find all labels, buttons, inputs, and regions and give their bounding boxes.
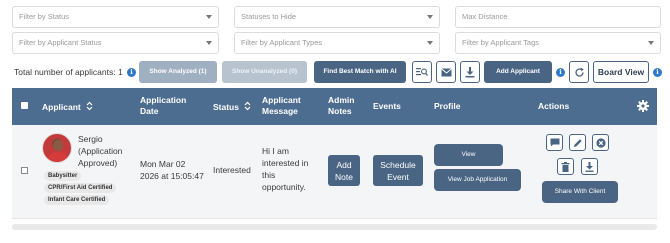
view-profile-button[interactable]: View xyxy=(434,144,503,166)
refresh-icon xyxy=(574,67,584,77)
tag-cpr: CPR/First Aid Certified xyxy=(44,183,117,193)
horizontal-scrollbar[interactable] xyxy=(12,224,657,230)
header-profile: Profile xyxy=(434,101,461,111)
application-date-line1: Mon Mar 02 xyxy=(140,159,186,169)
header-application-date: Application Date xyxy=(140,95,187,116)
refresh-button[interactable] xyxy=(569,61,589,83)
application-date-line2: 2026 at 15:05:47 xyxy=(140,171,204,181)
download-button[interactable] xyxy=(460,61,480,83)
select-all-checkbox[interactable] xyxy=(21,102,28,109)
header-status-label: Status xyxy=(213,102,239,112)
toolbar: Total number of applicants: 1 i Show Ana… xyxy=(12,61,664,83)
settings-gear-svg xyxy=(637,100,649,112)
row-checkbox[interactable] xyxy=(21,167,28,174)
show-analyzed-button[interactable]: Show Analyzed (1) xyxy=(139,61,217,83)
filter-applicant-types-select[interactable]: Filter by Applicant Types xyxy=(234,32,440,54)
statuses-to-hide-select[interactable]: Statuses to Hide xyxy=(234,6,440,28)
search-list-icon xyxy=(416,68,428,76)
download-applicant-button[interactable] xyxy=(581,158,598,175)
avatar-face xyxy=(53,140,63,151)
trash-icon xyxy=(561,162,570,172)
filter-applicant-types-text: Filter by Applicant Types xyxy=(241,38,323,47)
avatar-shirt xyxy=(47,152,69,162)
max-distance-input[interactable]: Max Distance xyxy=(455,6,661,28)
reject-button[interactable] xyxy=(592,134,609,151)
filter-applicant-tags-select[interactable]: Filter by Applicant Tags xyxy=(455,32,661,54)
board-view-button[interactable]: Board View xyxy=(593,61,649,83)
view-job-application-button[interactable]: View Job Application xyxy=(434,169,521,191)
filter-applicant-tags-text: Filter by Applicant Tags xyxy=(462,38,539,47)
max-distance-placeholder: Max Distance xyxy=(462,12,508,21)
chevron-down-icon xyxy=(648,41,654,45)
applicant-name[interactable]: Sergio xyxy=(78,133,103,145)
table-row: Sergio (Application Approved) Babysitter… xyxy=(12,125,657,219)
header-events: Events xyxy=(373,101,401,111)
info-icon[interactable]: i xyxy=(653,68,662,77)
sort-icon xyxy=(86,101,93,111)
status-value: Interested xyxy=(213,165,251,175)
info-icon[interactable]: i xyxy=(127,68,136,77)
header-status[interactable]: Status xyxy=(213,101,251,113)
avatar xyxy=(42,133,72,163)
chat-icon xyxy=(550,138,559,147)
header-applicant-label: Applicant xyxy=(42,102,81,112)
chevron-down-icon xyxy=(427,41,433,45)
add-applicant-button[interactable]: Add Applicant xyxy=(484,61,552,83)
gear-icon[interactable] xyxy=(637,99,649,117)
envelope-icon xyxy=(440,68,452,77)
header-applicant[interactable]: Applicant xyxy=(42,101,93,113)
show-unanalyzed-button[interactable]: Show Unanalyzed (0) xyxy=(222,61,307,83)
applicant-message-text: Hi I am interested in this opportunity. xyxy=(262,146,309,192)
filter-status-text: Filter by Status xyxy=(19,12,70,21)
search-list-button[interactable] xyxy=(412,61,432,83)
header-actions: Actions xyxy=(538,101,570,111)
header-admin-notes: Admin Notes xyxy=(328,95,355,116)
tag-babysitter: Babysitter xyxy=(44,171,82,181)
share-with-client-button[interactable]: Share With Client xyxy=(542,181,618,203)
download-icon xyxy=(465,67,475,78)
chevron-down-icon xyxy=(206,15,212,19)
email-button[interactable] xyxy=(436,61,456,83)
total-applicants-label: Total number of applicants: 1 xyxy=(14,67,123,77)
pencil-icon xyxy=(573,139,582,147)
delete-button[interactable] xyxy=(557,158,574,175)
edit-button[interactable] xyxy=(569,134,586,151)
chevron-down-icon xyxy=(206,41,212,45)
filter-applicant-status-select[interactable]: Filter by Applicant Status xyxy=(12,32,219,54)
message-button[interactable] xyxy=(546,134,563,151)
applicant-approval-status: (Application Approved) xyxy=(78,146,123,168)
close-circle-icon xyxy=(595,138,606,148)
tag-infant-care: Infant Care Certified xyxy=(44,195,110,205)
header-applicant-message: Applicant Message xyxy=(262,95,301,116)
download-icon xyxy=(585,162,594,172)
chevron-down-icon xyxy=(427,15,433,19)
add-note-label: Add Note xyxy=(335,159,353,182)
sort-icon xyxy=(244,101,251,111)
filter-status-select[interactable]: Filter by Status xyxy=(12,6,219,28)
statuses-to-hide-text: Statuses to Hide xyxy=(241,12,297,21)
table-header: Applicant Application Date Status Applic… xyxy=(12,88,657,125)
info-icon[interactable]: i xyxy=(556,68,565,77)
schedule-event-button[interactable]: Schedule Event xyxy=(373,155,423,186)
find-best-match-button[interactable]: Find Best Match with AI xyxy=(314,61,406,83)
add-note-button[interactable]: Add Note xyxy=(328,155,360,186)
schedule-event-label: Schedule Event xyxy=(380,159,416,182)
filter-applicant-status-text: Filter by Applicant Status xyxy=(19,38,102,47)
